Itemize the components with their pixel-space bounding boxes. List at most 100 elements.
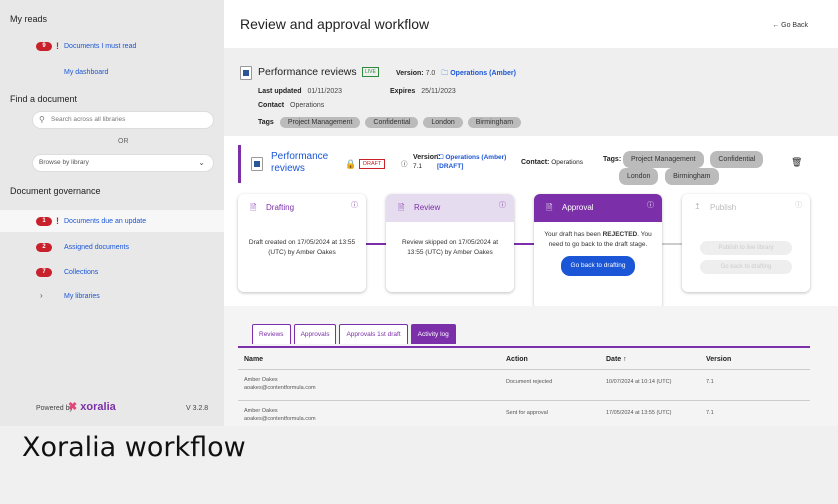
column-header-name[interactable]: Name (244, 356, 263, 363)
delete-icon[interactable]: 🗑 (791, 157, 802, 168)
tag[interactable]: Project Management (622, 151, 704, 168)
stage-name: Approval (562, 203, 594, 212)
word-doc-icon (240, 66, 252, 80)
info-icon[interactable]: ⓘ (351, 200, 358, 210)
count-badge: 2 (36, 243, 52, 252)
app-window: My reads 9 ! Documents I must read My da… (0, 0, 838, 426)
go-back-button[interactable]: ← Go Back (772, 22, 808, 29)
stage-drafting: 🗎 Drafting ⓘ Draft created on 17/05/2024… (238, 194, 366, 292)
chevron-right-icon: › (40, 291, 43, 300)
stage-connector (514, 243, 534, 245)
tag[interactable]: Birmingham (665, 168, 719, 185)
stage-approval: 🗎 Approval ⓘ Your draft has been REJECTE… (534, 194, 662, 310)
count-badge: 1 (36, 217, 52, 226)
brand-name: xoralia (80, 401, 116, 413)
sidebar-item-documents-due[interactable]: 1 ! Documents due an update (0, 210, 224, 232)
xoralia-logo: ✖ xoralia (68, 401, 116, 413)
divider (238, 369, 810, 370)
status-badge: LIVE (362, 67, 379, 77)
draft-document-bar: Performance reviews 🔒 DRAFT ⓘ Version: 7… (238, 145, 810, 185)
stage-name: Review (414, 203, 441, 212)
activity-section: Reviews Approvals Approvals 1st draft Ac… (224, 306, 838, 426)
go-back-drafting-disabled-button: Go back to drafting (700, 260, 792, 274)
draft-tags: Tags: Project Management Confidential Lo… (603, 151, 783, 185)
sidebar-item-label: Collections (64, 269, 99, 276)
tag[interactable]: London (423, 117, 463, 128)
browse-placeholder: Browse by library (39, 159, 89, 166)
tag[interactable]: London (619, 168, 659, 185)
stage-name: Publish (710, 203, 737, 212)
row-action: Document rejected (506, 379, 553, 385)
row-date: 17/05/2024 at 13:55 (UTC) (606, 410, 672, 416)
count-badge: 7 (36, 268, 52, 277)
draft-badge: DRAFT (359, 159, 386, 169)
draft-contact: Contact: Operations (521, 159, 583, 166)
version-info: Version: 7.0 🗀 Operations (Amber) (396, 70, 516, 77)
tab-approvals-1st-draft[interactable]: Approvals 1st draft (339, 324, 408, 344)
tag[interactable]: Confidential (365, 117, 419, 128)
stage-text: Your draft has been REJECTED. You need t… (534, 222, 662, 276)
row-user: Amber Oakes aoakes@contentformula.com (244, 408, 316, 422)
tab-activity-log[interactable]: Activity log (410, 324, 456, 344)
tag[interactable]: Project Management (279, 117, 361, 128)
sidebar-item-my-libraries[interactable]: › My libraries (0, 285, 224, 307)
last-updated: Last updated 01/11/2023 (258, 88, 343, 95)
column-header-date[interactable]: Date ↑ (606, 356, 627, 363)
chevron-down-icon: ⌄ (198, 158, 205, 167)
documents-must-read-link[interactable]: Documents I must read (64, 43, 136, 50)
sidebar: My reads 9 ! Documents I must read My da… (0, 0, 224, 426)
go-back-label: Go Back (781, 22, 808, 29)
urgent-icon: ! (56, 41, 59, 51)
row-date: 10/07/2024 at 10:14 (UTC) (606, 379, 672, 385)
urgent-icon: ! (56, 216, 59, 226)
main-content: Review and approval workflow ← Go Back P… (224, 0, 838, 426)
sidebar-item-label: My libraries (64, 293, 100, 300)
column-header-version[interactable]: Version (706, 356, 731, 363)
stage-connector (662, 243, 682, 245)
page-title: Review and approval workflow (240, 16, 430, 32)
upload-icon: ↥ (694, 202, 701, 211)
tag[interactable]: Birmingham (467, 117, 522, 128)
go-back-to-drafting-button[interactable]: Go back to drafting (560, 256, 636, 276)
document-title: Performance reviews (258, 66, 357, 78)
sidebar-item-label: Documents due an update (64, 218, 147, 225)
sidebar-item-label: Assigned documents (64, 244, 129, 251)
info-icon: ⓘ (795, 202, 802, 209)
column-header-action[interactable]: Action (506, 356, 528, 363)
my-dashboard-link[interactable]: My dashboard (64, 69, 108, 76)
info-icon[interactable]: ⓘ (401, 158, 408, 168)
word-doc-icon (251, 157, 263, 171)
stage-name: Drafting (266, 203, 295, 212)
tab-approvals[interactable]: Approvals (293, 324, 337, 344)
publish-button: Publish to live library (700, 241, 792, 255)
divider (238, 400, 810, 401)
search-placeholder: Search across all libraries (51, 116, 126, 123)
tag[interactable]: Confidential (710, 151, 764, 168)
sidebar-item-collections[interactable]: 7 Collections (0, 261, 224, 283)
expires: Expires 25/11/2023 (390, 88, 456, 95)
sidebar-item-assigned[interactable]: 2 Assigned documents (0, 236, 224, 258)
governance-heading: Document governance (10, 186, 101, 196)
library-link[interactable]: Operations (Amber) (450, 70, 516, 77)
tab-bar: Reviews Approvals Approvals 1st draft Ac… (252, 324, 459, 344)
draft-title-link[interactable]: Performance reviews (271, 151, 351, 175)
row-version: 7.1 (706, 379, 714, 385)
stage-text: Draft created on 17/05/2024 at 13:55 (UT… (248, 239, 356, 256)
tab-reviews[interactable]: Reviews (252, 324, 291, 344)
stage-publish: ↥ Publish ⓘ Publish to live library Go b… (682, 194, 810, 292)
or-divider: OR (118, 138, 129, 145)
arrow-left-icon: ← (772, 22, 780, 29)
stage-review: 🗎 Review ⓘ Review skipped on 17/05/2024 … (386, 194, 514, 292)
search-icon: ⚲ (39, 115, 45, 124)
info-icon[interactable]: ⓘ (647, 200, 654, 210)
review-icon: 🗎 (398, 203, 405, 212)
browse-library-select[interactable]: Browse by library ⌄ (32, 154, 214, 172)
draft-library-link[interactable]: 🗀 Operations (Amber) [DRAFT] (437, 153, 507, 171)
folder-icon: 🗀 (441, 70, 449, 77)
info-icon[interactable]: ⓘ (499, 200, 506, 210)
lock-icon: 🔒 (345, 159, 357, 169)
stage-connector (366, 243, 386, 245)
row-version: 7.1 (706, 410, 714, 416)
must-read-count-badge: 9 (36, 42, 52, 51)
search-input[interactable]: ⚲ Search across all libraries (32, 111, 214, 129)
